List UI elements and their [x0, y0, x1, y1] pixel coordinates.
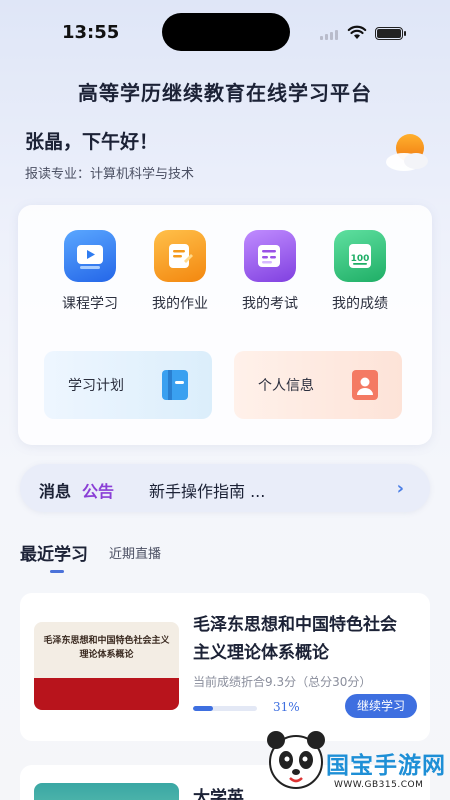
course-thumbnail: [34, 783, 179, 800]
menu-course-study[interactable]: 课程学习: [45, 230, 135, 313]
homework-icon: [154, 230, 206, 282]
notice-prefix: 消息: [39, 482, 72, 501]
menu-my-score[interactable]: 100 我的成绩: [315, 230, 405, 313]
tab-recent-study[interactable]: 最近学习: [20, 540, 88, 565]
signal-icon: [320, 30, 338, 40]
profile-info-button[interactable]: 个人信息: [234, 351, 402, 419]
status-time: 13:55: [62, 22, 120, 43]
greeting-text: 张晶，下午好！: [25, 131, 159, 153]
thumbnail-title: 毛泽东思想和中国特色社会主义理论体系概论: [43, 636, 170, 660]
menu-label: 我的成绩: [332, 296, 388, 312]
battery-icon: [375, 27, 406, 40]
notice-highlight: 公告: [82, 482, 115, 501]
course-title: 大学英: [193, 788, 244, 800]
study-plan-label: 学习计划: [68, 378, 124, 394]
menu-label: 我的考试: [242, 296, 298, 312]
weather-sun-cloud-icon: [386, 134, 428, 171]
course-score: 当前成绩折合9.3分（总分30分）: [193, 675, 372, 689]
score-icon: 100: [334, 230, 386, 282]
chevron-right-icon[interactable]: ›: [397, 478, 404, 499]
plan-book-icon: [162, 370, 188, 400]
watermark-url: WWW.GB315.COM: [334, 780, 424, 790]
course-thumbnail: 毛泽东思想和中国特色社会主义理论体系概论: [34, 622, 179, 710]
menu-my-homework[interactable]: 我的作业: [135, 230, 225, 313]
course-title: 毛泽东思想和中国特色社会主义理论体系概论: [193, 615, 397, 663]
tab-active-indicator: [50, 570, 64, 573]
thumbnail-red-band: [34, 678, 179, 710]
profile-info-label: 个人信息: [258, 378, 314, 394]
function-card: 课程学习 我的作业 我的考试 100 我的成绩 学习计划 个人信息: [18, 205, 432, 445]
watermark-logo: 国宝手游网 WWW.GB315.COM: [262, 718, 450, 800]
continue-study-button[interactable]: 继续学习: [345, 694, 417, 718]
menu-label: 我的作业: [152, 296, 208, 312]
tab-recent-live[interactable]: 近期直播: [109, 543, 161, 562]
progress-fill: [193, 706, 213, 711]
status-bar: 13:55: [0, 0, 450, 60]
progress-bar: [193, 706, 257, 711]
video-icon: [64, 230, 116, 282]
notice-bar[interactable]: 消息 公告 新手操作指南 ... ›: [20, 464, 430, 512]
svg-text:100: 100: [351, 254, 370, 264]
panda-icon: [267, 731, 325, 789]
major-text: 报读专业：计算机科学与技术: [25, 167, 195, 182]
app-title: 高等学历继续教育在线学习平台: [78, 81, 372, 105]
progress-percent: 31%: [273, 700, 300, 714]
wifi-icon: [347, 25, 367, 39]
notice-text: 新手操作指南 ...: [149, 482, 266, 501]
profile-card-icon: [352, 370, 378, 400]
menu-my-exam[interactable]: 我的考试: [225, 230, 315, 313]
exam-icon: [244, 230, 296, 282]
study-plan-button[interactable]: 学习计划: [44, 351, 212, 419]
dynamic-island: [162, 13, 290, 51]
menu-label: 课程学习: [62, 296, 118, 312]
watermark-text: 国宝手游网: [326, 753, 446, 779]
